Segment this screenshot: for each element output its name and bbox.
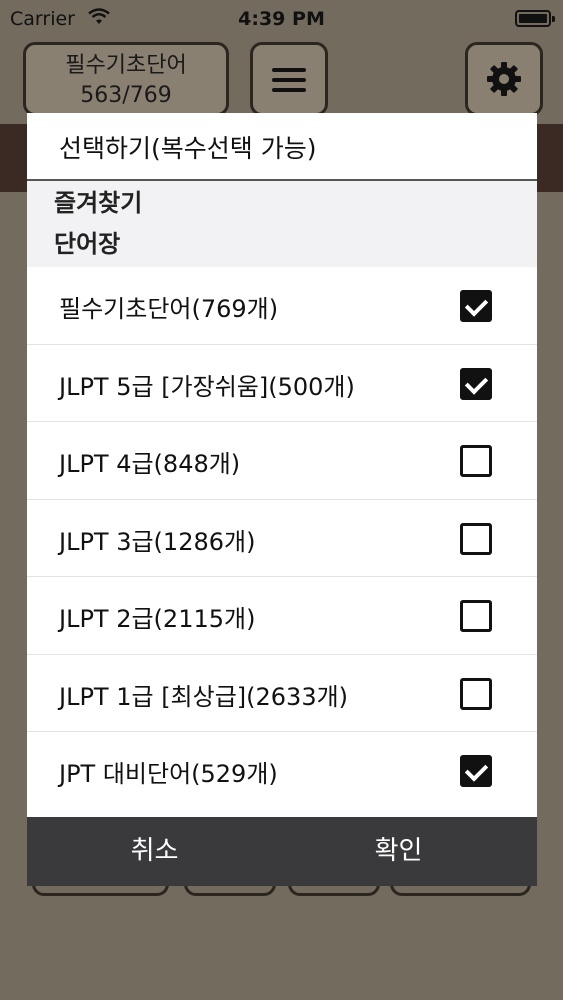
option-label: JLPT 3급(1286개) (59, 527, 256, 556)
dialog-footer: 취소 확인 (27, 817, 537, 886)
checkbox-icon[interactable] (460, 290, 492, 322)
status-bar: Carrier 4:39 PM (0, 0, 563, 40)
option-row[interactable]: JLPT 5급 [가장쉬움](500개) (27, 345, 537, 422)
confirm-button[interactable]: 확인 (271, 817, 526, 886)
checkbox-icon[interactable] (460, 445, 492, 477)
deck-name: 필수기초단어 (65, 53, 187, 78)
option-list: 필수기초단어(769개) JLPT 5급 [가장쉬움](500개) JLPT 4… (27, 267, 537, 810)
option-label: JLPT 2급(2115개) (59, 605, 256, 633)
battery-icon (515, 10, 555, 27)
gear-icon (484, 62, 524, 109)
menu-button[interactable] (250, 42, 328, 116)
dialog-title: 선택하기(복수선택 가능) (27, 113, 537, 181)
settings-button[interactable] (465, 42, 543, 116)
option-row[interactable]: JLPT 1급 [최상급](2633개) (27, 655, 537, 732)
option-row[interactable]: JLPT 3급(1286개) (27, 500, 537, 577)
deck-selector-button[interactable]: 필수기초단어 563/769 (23, 42, 229, 116)
status-time: 4:39 PM (238, 8, 325, 30)
option-row[interactable]: JPT 대비단어(529개) (27, 732, 537, 810)
option-row[interactable]: JLPT 4급(848개) (27, 422, 537, 500)
selection-dialog: 선택하기(복수선택 가능) 즐겨찾기 단어장 필수기초단어(769개) JLPT… (27, 113, 537, 886)
option-row[interactable]: 필수기초단어(769개) (27, 267, 537, 345)
checkbox-icon[interactable] (460, 677, 492, 710)
option-label: JLPT 1급 [최상급](2633개) (59, 682, 349, 711)
checkbox-icon[interactable] (460, 600, 492, 632)
section-favorites[interactable]: 즐겨찾기 (27, 181, 537, 221)
option-row[interactable]: JLPT 2급(2115개) (27, 577, 537, 655)
option-label: JPT 대비단어(529개) (59, 760, 278, 788)
option-label: JLPT 5급 [가장쉬움](500개) (59, 372, 355, 401)
option-label: JLPT 4급(848개) (59, 450, 241, 478)
checkbox-icon[interactable] (460, 522, 492, 555)
checkbox-icon[interactable] (460, 367, 492, 400)
deck-progress: 563/769 (80, 83, 172, 108)
option-label: 필수기초단어(769개) (59, 295, 279, 323)
checkbox-icon[interactable] (460, 755, 492, 787)
section-wordbook: 단어장 (27, 221, 537, 267)
cancel-button[interactable]: 취소 (27, 817, 282, 886)
